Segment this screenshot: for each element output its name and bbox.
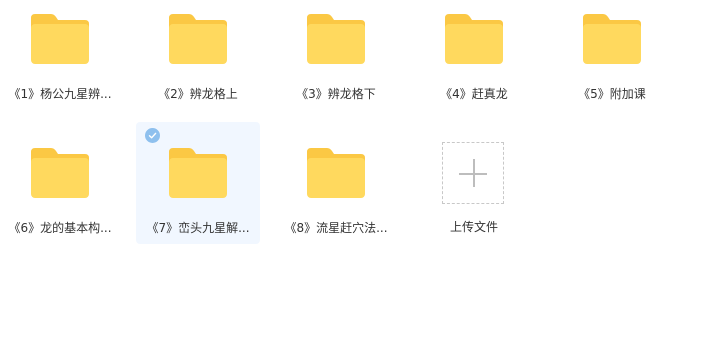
folder-label: 《8》流星赶穴法...	[284, 221, 388, 235]
folder-icon	[169, 148, 227, 198]
folder-label: 《4》赶真龙	[440, 87, 508, 101]
folder-icon	[445, 14, 503, 64]
folder-icon	[307, 14, 365, 64]
folder-item-7[interactable]: 《7》峦头九星解...	[136, 122, 260, 244]
file-grid: 《1》杨公九星辨... 《2》辨龙格上 《3》辨龙格下 《4》赶真龙 《5》附加…	[0, 0, 702, 362]
folder-icon	[169, 14, 227, 64]
folder-item-2[interactable]: 《2》辨龙格上	[136, 2, 260, 122]
folder-label: 《1》杨公九星辨...	[8, 87, 112, 101]
folder-icon	[307, 148, 365, 198]
upload-button[interactable]	[442, 142, 504, 204]
folder-item-6[interactable]: 《6》龙的基本构...	[0, 136, 122, 256]
plus-icon	[473, 159, 475, 187]
folder-item-4[interactable]: 《4》赶真龙	[412, 2, 536, 122]
folder-icon	[31, 14, 89, 64]
upload-item[interactable]: 上传文件	[412, 122, 536, 242]
upload-label: 上传文件	[449, 220, 498, 234]
folder-item-3[interactable]: 《3》辨龙格下	[274, 2, 398, 122]
folder-item-8[interactable]: 《8》流星赶穴法...	[274, 136, 398, 256]
folder-icon	[31, 148, 89, 198]
check-icon[interactable]	[145, 128, 160, 143]
folder-label: 《5》附加课	[578, 87, 646, 101]
folder-item-5[interactable]: 《5》附加课	[550, 2, 674, 122]
folder-icon	[583, 14, 641, 64]
folder-label: 《3》辨龙格下	[296, 87, 376, 101]
folder-item-1[interactable]: 《1》杨公九星辨...	[0, 2, 122, 122]
folder-label: 《7》峦头九星解...	[146, 221, 250, 235]
folder-label: 《2》辨龙格上	[158, 87, 238, 101]
folder-label: 《6》龙的基本构...	[8, 221, 112, 235]
